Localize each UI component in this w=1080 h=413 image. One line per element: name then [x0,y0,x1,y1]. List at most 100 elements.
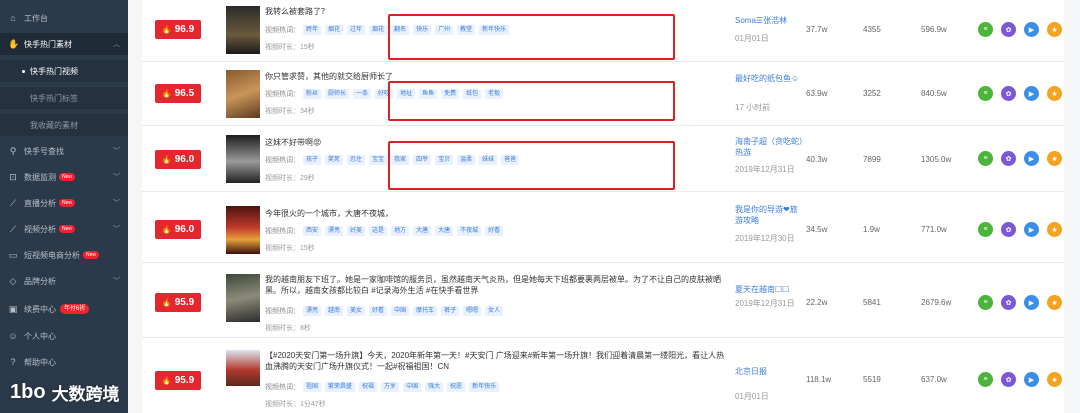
video-title[interactable]: 【#2020天安门第一场升旗】今天，2020年新年第一天！#天安门 广场迎来#新… [265,350,725,372]
play-icon[interactable]: ▶ [1024,222,1039,237]
play-icon[interactable]: ▶ [1024,22,1039,37]
tag[interactable]: 地址 [397,89,416,99]
tag[interactable]: 教堂 [457,25,476,35]
sidebar-subitem-hot-tags[interactable]: 快手热门标签 [0,87,128,109]
tag[interactable]: 宝贝 [435,155,454,165]
author-link[interactable]: 夏天在越南☐☐ [735,284,805,295]
tag[interactable]: 祝愿 [447,382,466,392]
tag[interactable]: 笑死 [325,155,344,165]
tag[interactable]: 摩托车 [413,306,438,316]
tag[interactable]: 粉丝 [303,89,322,99]
star-icon[interactable]: ★ [1047,222,1062,237]
tag[interactable]: 温柔 [457,155,476,165]
play-icon[interactable]: ▶ [1024,151,1039,166]
detail-icon[interactable]: ≡ [978,86,993,101]
tag[interactable]: 美女 [347,306,366,316]
video-thumbnail[interactable] [226,206,260,254]
sidebar-item-help-center[interactable]: ? 帮助中心 [0,351,128,373]
video-title[interactable]: 这妹不好带啊😡 [265,137,725,148]
tag[interactable]: 好美 [347,226,366,236]
tag[interactable]: 嗯嗯 [463,306,482,316]
tag[interactable]: 繁荣昌盛 [325,382,356,392]
video-thumbnail[interactable] [226,350,260,386]
tag[interactable]: 新年快乐 [469,382,500,392]
detail-icon[interactable]: ≡ [978,222,993,237]
tag[interactable]: 这是 [369,226,388,236]
tag[interactable]: 厨师长 [325,89,350,99]
tag[interactable]: 中国 [391,306,410,316]
sidebar-item-data-monitor[interactable]: ⊡ 数据监测 New ﹀ [0,166,128,188]
sidebar-subitem-hot-videos[interactable]: 快手热门视频 [0,60,128,82]
tag[interactable]: 祖国 [303,382,322,392]
tag[interactable]: 漂亮 [303,306,322,316]
video-thumbnail[interactable] [226,70,260,118]
tag[interactable]: 烟花 [369,25,388,35]
tag[interactable]: 我家 [391,155,410,165]
audience-icon[interactable]: ✿ [1001,151,1016,166]
sidebar-item-brand-analysis[interactable]: ◇ 品牌分析 ﹀ [0,270,128,292]
tag[interactable]: 烟花 [325,25,344,35]
tag[interactable]: 祝福 [359,382,378,392]
sidebar-subitem-favorites[interactable]: 我收藏的素材 [0,114,128,136]
video-title[interactable]: 今年很火的一个城市，大唐不夜城， [265,208,725,219]
star-icon[interactable]: ★ [1047,295,1062,310]
tag[interactable]: 免费 [441,89,460,99]
tag[interactable]: 鱼鱼 [419,89,438,99]
tag[interactable]: 裤子 [441,306,460,316]
tag[interactable]: 好看 [369,306,388,316]
tag[interactable]: 老板 [485,89,504,99]
star-icon[interactable]: ★ [1047,151,1062,166]
author-link[interactable]: 我是你的导游❤旅游攻略 [735,204,805,226]
video-thumbnail[interactable] [226,6,260,54]
audience-icon[interactable]: ✿ [1001,22,1016,37]
video-title[interactable]: 你只管求赞，其他的就交给厨师长了 [265,71,725,82]
video-title[interactable]: 我转么被套路了？ [265,6,725,17]
tag[interactable]: 宝宝 [369,155,388,165]
detail-icon[interactable]: ≡ [978,151,993,166]
audience-icon[interactable]: ✿ [1001,86,1016,101]
tag[interactable]: 大唐 [413,226,432,236]
author-link[interactable]: 海南子超（贪吃蛇）热游 [735,136,805,158]
author-link[interactable]: 最好吃的纸包鱼☺ [735,73,805,84]
sidebar-item-live-analysis[interactable]: ⟋ 直播分析 New ﹀ [0,192,128,214]
audience-icon[interactable]: ✿ [1001,295,1016,310]
video-thumbnail[interactable] [226,274,260,322]
tag[interactable]: 西安 [303,226,322,236]
tag[interactable]: 漂亮 [325,226,344,236]
tag[interactable]: 一条 [353,89,372,99]
tag[interactable]: 越南 [325,306,344,316]
audience-icon[interactable]: ✿ [1001,222,1016,237]
table-row[interactable]: 🔥 95.9 【#2020天安门第一场升旗】今天，2020年新年第一天！#天安门 … [142,338,1064,413]
sidebar-item-kuaishou-materials[interactable]: ✋ 快手热门素材 ︿ [0,33,128,55]
sidebar-item-ecommerce-analysis[interactable]: ▭ 短视频电商分析 New [0,244,128,266]
sidebar-item-personal-center[interactable]: ☺ 个人中心 [0,325,128,347]
table-row[interactable]: 🔥 96.0 今年很火的一个城市，大唐不夜城， 视频热词： 西安 漂亮 好美 这是… [142,192,1064,263]
table-row[interactable]: 🔥 96.0 这妹不好带啊😡 视频热词： 孩子 笑死 忍住 宝宝 我家 四爷 宝贝… [142,126,1064,192]
tag[interactable]: 强大 [425,382,444,392]
sidebar-item-video-analysis[interactable]: ⟋ 视频分析 New ﹀ [0,218,128,240]
tag[interactable]: 好看 [485,226,504,236]
tag[interactable]: 不夜城 [457,226,482,236]
table-row[interactable]: 🔥 96.9 我转么被套路了？ 视频热词： 跨年 烟花 过年 烟花 翻名 快乐 广… [142,0,1064,62]
tag[interactable]: 广州 [435,25,454,35]
author-link[interactable]: Soma☰张浩林 [735,15,805,26]
tag[interactable]: 孩子 [303,155,322,165]
tag[interactable]: 中国 [403,382,422,392]
video-title[interactable]: 我的越南朋友下班了。她是一家咖啡馆的服务员，虽然越南天气炎热，但是她每天下班都要… [265,274,725,296]
tag[interactable]: 四爷 [413,155,432,165]
play-icon[interactable]: ▶ [1024,372,1039,387]
detail-icon[interactable]: ≡ [978,22,993,37]
video-thumbnail[interactable] [226,135,260,183]
tag[interactable]: 好吃 [375,89,394,99]
audience-icon[interactable]: ✿ [1001,372,1016,387]
detail-icon[interactable]: ≡ [978,295,993,310]
sidebar-item-account-search[interactable]: ⚲ 快手号查找 ﹀ [0,140,128,162]
play-icon[interactable]: ▶ [1024,86,1039,101]
tag[interactable]: 爸爸 [501,155,520,165]
star-icon[interactable]: ★ [1047,372,1062,387]
tag[interactable]: 快乐 [413,25,432,35]
sidebar-item-workbench[interactable]: ⌂ 工作台 [0,7,128,29]
tag[interactable]: 忍住 [347,155,366,165]
sidebar-item-renew-center[interactable]: ▣ 续费中心 年付6折 [0,298,128,320]
table-row[interactable]: 🔥 95.9 我的越南朋友下班了。她是一家咖啡馆的服务员，虽然越南天气炎热，但是她… [142,263,1064,338]
